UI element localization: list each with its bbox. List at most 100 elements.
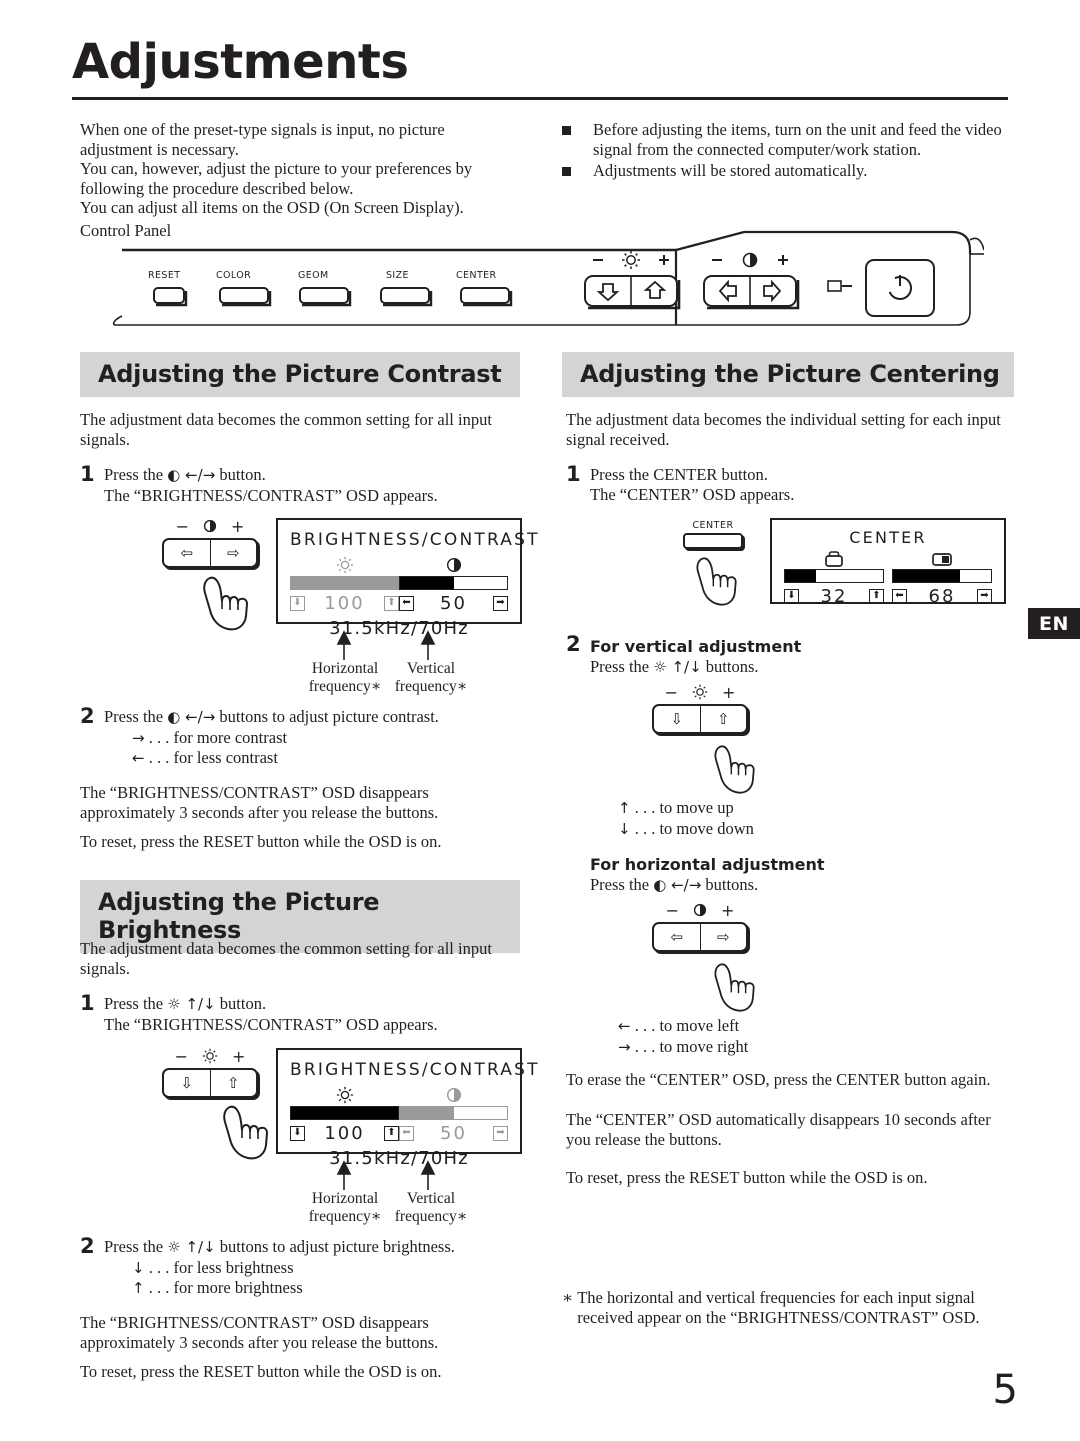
contrast-step2-post: buttons to adjust picture contrast. xyxy=(215,707,439,726)
document-page: Adjustments When one of the preset-type … xyxy=(0,0,1080,1441)
contrast-halfcircle-icon xyxy=(399,554,508,576)
more-brightness-arrow-icon: ↑ xyxy=(132,1279,145,1297)
control-panel-outline xyxy=(112,230,984,326)
contrast-left-key: ⇦ xyxy=(180,544,194,562)
callout-line-2: frequency∗ xyxy=(394,678,468,695)
brightness-up-arrow-icon: ⬆ xyxy=(383,1125,399,1141)
osd-horizontal-group: ⬅ 68 ➡ xyxy=(892,549,992,607)
horizontal-center-bar xyxy=(892,569,992,583)
less-contrast-arrow-icon: ← xyxy=(132,749,145,767)
vertical-press-pre: Press the xyxy=(590,656,654,676)
horizontal-move-hints: ← . . . to move left → . . . to move rig… xyxy=(618,1016,918,1057)
vertical-center-value: 32 xyxy=(820,585,848,607)
horizontal-value-row: ⬅ 68 ➡ xyxy=(892,586,992,607)
centering-step1-line2: The “CENTER” OSD appears. xyxy=(590,484,795,504)
brightness-legend-row: − + xyxy=(160,1046,260,1066)
horizontal-press-pre: Press the xyxy=(590,874,654,894)
brightness-sun-icon xyxy=(290,554,399,576)
callout-vertical-frequency: Vertical frequency∗ xyxy=(388,660,474,696)
cp-label-center: CENTER xyxy=(456,270,497,281)
contrast-left-arrow-icon: ⬅ xyxy=(399,595,414,611)
brightness-down-arrow-icon: ⬇ xyxy=(290,1125,305,1141)
move-left-text: . . . to move left xyxy=(634,1016,740,1035)
center-key-shape xyxy=(683,533,743,549)
legend-plus: + xyxy=(721,900,735,920)
geom-button-shape xyxy=(299,287,352,307)
square-bullet-icon xyxy=(562,126,571,135)
osd-contrast-group: ⬅ 50 ➡ xyxy=(399,554,508,614)
centering-step2: For vertical adjustment Press the ☼ ↑/↓ … xyxy=(590,637,990,677)
centering-step1: Press the CENTER button. The “CENTER” OS… xyxy=(590,465,1010,504)
contrast-step1-line2: The “BRIGHTNESS/CONTRAST” OSD appears. xyxy=(104,485,438,505)
contrast-right-arrow-icon: ➡ xyxy=(493,1125,508,1141)
osd-brightness-group: ⬇ 100 ⬆ xyxy=(290,554,399,614)
move-left-arrow-icon: ← xyxy=(618,1017,631,1035)
contrast-bar xyxy=(399,576,508,590)
more-brightness-text: . . . for more brightness xyxy=(148,1278,303,1297)
horizontal-rocker-illustration: − + ⇦ ⇨ xyxy=(650,900,750,952)
bullet-text: Adjustments will be stored automatically… xyxy=(593,161,868,180)
more-contrast-arrow-icon: → xyxy=(132,728,145,747)
brightness-button-symbol: ☼ ↑/↓ xyxy=(167,995,216,1013)
brightness-sun-icon xyxy=(692,684,708,700)
less-contrast-text: . . . for less contrast xyxy=(148,748,278,767)
contrast-legend-row: − + xyxy=(650,900,750,920)
horizontal-press-post: buttons. xyxy=(701,874,759,894)
contrast-note-2: To reset, press the RESET button while t… xyxy=(80,832,442,851)
callout-line-1: Vertical xyxy=(406,660,456,677)
contrast-step1-number: 1 xyxy=(80,462,95,486)
footnote-marker: ∗ xyxy=(562,1288,574,1307)
power-button-shape xyxy=(865,259,935,317)
contrast-step2: Press the ◐ ←/→ buttons to adjust pictur… xyxy=(104,707,534,769)
center-button-label: CENTER xyxy=(692,520,734,531)
intro-paragraph-1: When one of the preset-type signals is i… xyxy=(80,120,445,159)
centering-note-3: To reset, press the RESET button while t… xyxy=(566,1168,928,1187)
contrast-halfcircle-icon xyxy=(203,519,217,533)
osd-title: CENTER xyxy=(849,528,927,547)
osd-bars: ⬇ 100 ⬆ ⬅ 50 ➡ xyxy=(290,1084,508,1144)
contrast-halfcircle-icon xyxy=(742,252,758,268)
horizontal-adjustment-heading: For horizontal adjustment xyxy=(590,855,825,874)
brightness-legend-row: − + xyxy=(650,682,750,702)
section-heading-centering: Adjusting the Picture Centering xyxy=(562,352,1014,397)
reset-button-shape xyxy=(153,287,188,307)
contrast-button-symbol: ◐ ←/→ xyxy=(167,708,216,726)
contrast-value: 50 xyxy=(440,1122,467,1144)
contrast-halfcircle-icon xyxy=(399,1084,508,1106)
contrast-legend-row: − + xyxy=(160,516,260,536)
vertical-down-arrow-icon: ⬇ xyxy=(784,588,799,604)
callout-line-1: Horizontal xyxy=(311,660,379,677)
centering-step2-number: 2 xyxy=(566,632,581,656)
osd-title: BRIGHTNESS/CONTRAST xyxy=(290,1060,540,1080)
cp-label-reset: RESET xyxy=(148,270,181,281)
callout-line-1: Vertical xyxy=(406,1190,456,1207)
contrast-legend xyxy=(712,252,788,268)
vertical-move-hints: ↑ . . . to move up ↓ . . . to move down xyxy=(618,798,918,839)
center-button-illustration: CENTER xyxy=(678,520,748,549)
cp-label-size: SIZE xyxy=(386,270,409,281)
list-item: Adjustments will be stored automatically… xyxy=(562,161,1012,181)
callout-horizontal-frequency: Horizontal frequency∗ xyxy=(300,660,390,696)
legend-plus: + xyxy=(722,682,736,702)
contrast-intro-paragraph: The adjustment data becomes the common s… xyxy=(80,410,492,449)
section-heading-contrast: Adjusting the Picture Contrast xyxy=(80,352,520,397)
brightness-up-key: ⇧ xyxy=(209,1070,257,1096)
centering-intro-paragraph: The adjustment data becomes the individu… xyxy=(566,410,1001,449)
brightness-step2-pre: Press the xyxy=(104,1237,168,1256)
contrast-step2-pre: Press the xyxy=(104,707,168,726)
brightness-bar xyxy=(290,1106,399,1120)
brightness-button-symbol: ☼ ↑/↓ xyxy=(167,1238,216,1256)
contrast-step1-post: button. xyxy=(215,465,266,484)
brightness-step2-post: buttons to adjust picture brightness. xyxy=(215,1237,455,1256)
brightness-down-key: ⇩ xyxy=(180,1074,194,1092)
brightness-value-row: ⬇ 100 ⬆ xyxy=(290,593,399,614)
osd-bars: ⬇ 32 ⬆ ⬅ 68 ➡ xyxy=(784,549,992,607)
power-indicator-icon xyxy=(827,280,852,292)
center-button-shape xyxy=(460,287,513,307)
horizontal-rocker-body: ⇦ ⇨ xyxy=(652,922,748,952)
legend-plus: + xyxy=(232,1046,246,1066)
callout-horizontal-frequency: Horizontal frequency∗ xyxy=(300,1190,390,1226)
brightness-step1: Press the ☼ ↑/↓ button. The “BRIGHTNESS/… xyxy=(104,994,524,1034)
brightness-step1-line2: The “BRIGHTNESS/CONTRAST” OSD appears. xyxy=(104,1014,438,1034)
brightness-down-arrow-icon: ⬇ xyxy=(290,595,305,611)
